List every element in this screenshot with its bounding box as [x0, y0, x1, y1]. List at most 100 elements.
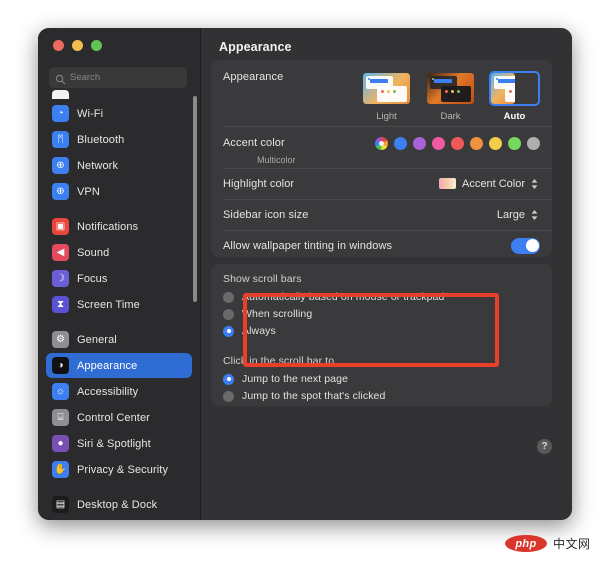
click-scroll-bar-group: Click in the scroll bar to Jump to the n… [211, 349, 552, 414]
show-scroll-bars-option-always[interactable]: Always [223, 323, 540, 339]
close-window-button[interactable] [53, 40, 64, 51]
sidebar-item-label: VPN [77, 185, 100, 198]
sidebar-item-label: Focus [77, 272, 108, 285]
accent-swatch-orange[interactable] [470, 137, 483, 150]
sidebar-item-wi-fi[interactable]: ◔ Wi-Fi [46, 101, 192, 126]
appearance-option-auto[interactable]: Auto [489, 71, 540, 122]
wallpaper-tinting-control[interactable] [511, 237, 540, 254]
accent-color-row: Accent color Multicolor [211, 126, 552, 168]
sidebar-item-control-center[interactable]: ⌸ Control Center [46, 405, 192, 430]
accent-swatch-graphite[interactable] [527, 137, 540, 150]
accent-swatch-green[interactable] [508, 137, 521, 150]
appearance-option-dark[interactable]: Dark [425, 71, 476, 122]
vpn-icon: ⊕ [52, 183, 69, 200]
sidebar-item-label: Control Center [77, 411, 150, 424]
click-scroll-bar-options: Jump to the next page Jump to the spot th… [223, 371, 540, 404]
accent-swatch-purple[interactable] [413, 137, 426, 150]
radio-button[interactable] [223, 325, 234, 337]
sidebar-item-general[interactable]: ⚙ General [46, 327, 192, 352]
click-scroll-bar-option-jump-to-the-spot-that-s-clicked[interactable]: Jump to the spot that's clicked [223, 388, 540, 404]
siri-icon: ● [52, 435, 69, 452]
sidebar-item-label: Bluetooth [77, 133, 125, 146]
system-settings-window: ◔ Wi-Fi ᛗ Bluetooth ⊕ Network ⊕ VPN ▣ Notificatio… [38, 28, 572, 520]
watermark-text: 中文网 [553, 537, 591, 551]
notifications-icon: ▣ [52, 218, 69, 235]
zoom-window-button[interactable] [91, 40, 102, 51]
sidebar-scrollbar-thumb[interactable] [193, 96, 197, 302]
accent-color-options: Multicolor [257, 137, 540, 165]
appearance-option-light[interactable]: Light [361, 71, 412, 122]
accent-swatch-multicolor[interactable] [375, 137, 388, 150]
wallpaper-tinting-row: Allow wallpaper tinting in windows [211, 230, 552, 261]
radio-button[interactable] [223, 291, 234, 303]
click-scroll-bar-title: Click in the scroll bar to [223, 355, 335, 367]
sidebar-item-network[interactable]: ⊕ Network [46, 153, 192, 178]
appearance-preview-dark[interactable] [425, 71, 476, 106]
bluetooth-icon: ᛗ [52, 131, 69, 148]
accessibility-icon: ☼ [52, 383, 69, 400]
sidebar-clipped-top [38, 90, 200, 99]
php-logo: php [505, 535, 547, 552]
watermark: php 中文网 [505, 535, 591, 552]
appearance-preview-light[interactable] [361, 71, 412, 106]
show-scroll-bars-title: Show scroll bars [223, 273, 302, 285]
sidebar-item-desktop-dock[interactable]: ▤ Desktop & Dock [46, 492, 192, 517]
sidebar-icon-size-value: Large [496, 208, 525, 221]
sidebar-item-screen-time[interactable]: ⧗ Screen Time [46, 292, 192, 317]
radio-label: Jump to the next page [242, 373, 349, 385]
sidebar-group-separator [46, 318, 192, 327]
main-content: Appearance Appearance Light Dark Auto Acce… [201, 28, 572, 520]
sidebar-icon-size-control[interactable]: Large [497, 207, 540, 223]
sidebar-item-sound[interactable]: ◀ Sound [46, 240, 192, 265]
search-field[interactable] [49, 67, 187, 88]
sidebar-item-label: Wi-Fi [77, 107, 104, 120]
sidebar-item-label: Network [77, 159, 119, 172]
network-icon: ⊕ [52, 157, 69, 174]
preview-window-front [441, 86, 471, 102]
appearance-preview-auto[interactable] [489, 71, 540, 106]
accent-swatch-pink[interactable] [432, 137, 445, 150]
sidebar-item-focus[interactable]: ☽ Focus [46, 266, 192, 291]
sidebar-item-siri-spotlight[interactable]: ● Siri & Spotlight [46, 431, 192, 456]
appearance-mode-row: Appearance Light Dark Auto [211, 60, 552, 126]
sidebar-item-privacy-security[interactable]: ✋ Privacy & Security [46, 457, 192, 482]
accent-swatch-red[interactable] [451, 137, 464, 150]
toggle-knob [525, 239, 539, 252]
radio-label: When scrolling [242, 308, 313, 320]
sidebar-item-label: Siri & Spotlight [77, 437, 151, 450]
accent-swatch-yellow[interactable] [489, 137, 502, 150]
sidebar-item-label: Desktop & Dock [77, 498, 158, 511]
highlight-color-control[interactable]: Accent Color [439, 176, 540, 192]
sidebar-item-label: Privacy & Security [77, 463, 169, 476]
appearance-option-label: Light [376, 111, 397, 122]
sidebar-item-accessibility[interactable]: ☼ Accessibility [46, 379, 192, 404]
sidebar-item-appearance[interactable]: ◑ Appearance [46, 353, 192, 378]
accent-swatch-blue[interactable] [394, 137, 407, 150]
sidebar-group-separator [46, 483, 192, 492]
help-button[interactable]: ? [537, 439, 552, 454]
wallpaper-tinting-toggle[interactable] [511, 237, 540, 254]
appearance-label: Appearance [223, 71, 284, 83]
appearance-mode-options: Light Dark Auto [361, 71, 540, 122]
focus-icon: ☽ [52, 270, 69, 287]
sound-icon: ◀ [52, 244, 69, 261]
radio-button[interactable] [223, 308, 234, 320]
search-input[interactable] [70, 72, 181, 83]
general-icon: ⚙ [52, 331, 69, 348]
chevron-updown-icon[interactable] [529, 176, 540, 192]
show-scroll-bars-option-when-scrolling[interactable]: When scrolling [223, 306, 540, 322]
click-scroll-bar-option-jump-to-the-next-page[interactable]: Jump to the next page [223, 371, 540, 387]
desktop-dock-icon: ▤ [52, 496, 69, 513]
minimize-window-button[interactable] [72, 40, 83, 51]
radio-button[interactable] [223, 373, 234, 385]
sidebar-list: ◔ Wi-Fi ᛗ Bluetooth ⊕ Network ⊕ VPN ▣ Notificatio… [38, 101, 200, 517]
radio-button[interactable] [223, 390, 234, 402]
sidebar-item-vpn[interactable]: ⊕ VPN [46, 179, 192, 204]
show-scroll-bars-option-automatically-based-on-mouse-or-trackpad[interactable]: Automatically based on mouse or trackpad [223, 289, 540, 305]
sidebar-item-notifications[interactable]: ▣ Notifications [46, 214, 192, 239]
sidebar-item-label: Notifications [77, 220, 139, 233]
sidebar-item-bluetooth[interactable]: ᛗ Bluetooth [46, 127, 192, 152]
wifi-icon: ◔ [52, 105, 69, 122]
sidebar-item-partial[interactable] [46, 90, 192, 99]
chevron-updown-icon[interactable] [529, 207, 540, 223]
